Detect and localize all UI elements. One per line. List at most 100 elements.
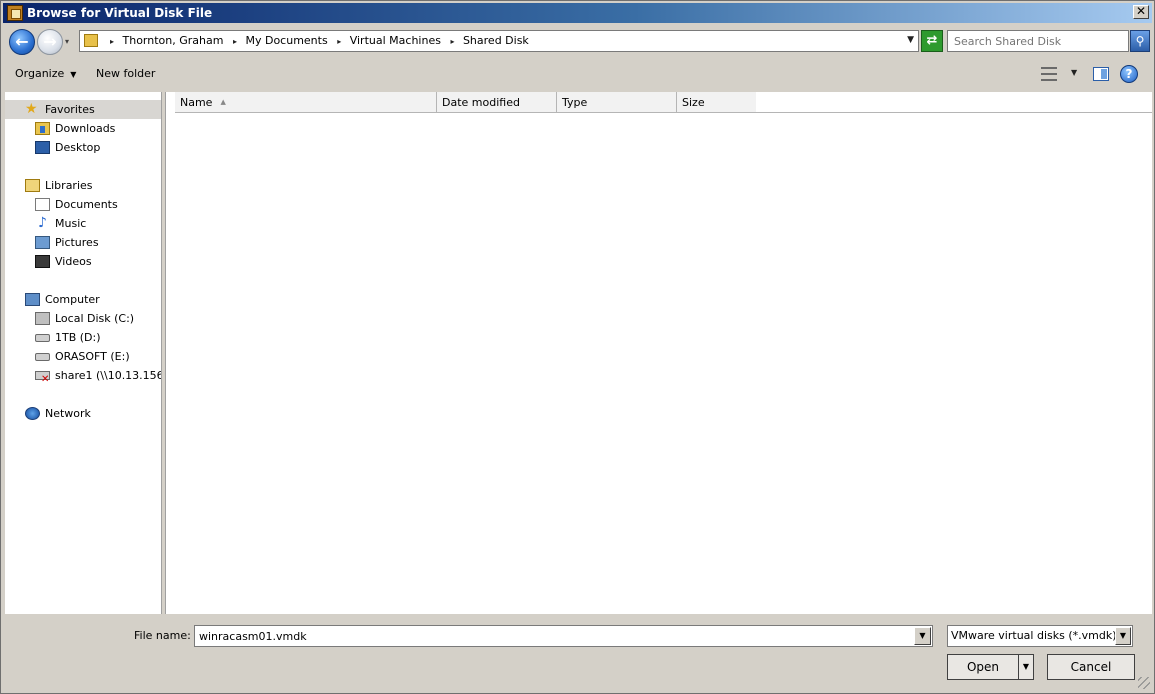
address-row: ← → ▾ ▸ Thornton, Graham ▸ My Documents … — [3, 25, 1152, 59]
window-title: Browse for Virtual Disk File — [27, 6, 213, 20]
help-button[interactable]: ? — [1120, 65, 1138, 83]
back-button[interactable]: ← — [9, 29, 35, 55]
breadcrumb-separator-icon[interactable]: ▸ — [337, 37, 341, 46]
column-header-label: Name — [180, 96, 213, 109]
chevron-down-icon: ▼ — [70, 70, 77, 79]
nav-item-label: Documents — [55, 198, 118, 211]
sort-ascending-icon: ▲ — [220, 98, 226, 106]
column-header-date-modified[interactable]: Date modified — [437, 92, 557, 113]
nav-item-label: Music — [55, 217, 87, 230]
breadcrumb-items: ▸ Thornton, Graham ▸ My Documents ▸ Virt… — [104, 34, 529, 47]
file-list[interactable]: Name ▲ Date modified Type Size — [165, 92, 1152, 614]
videos-icon — [35, 255, 50, 268]
nav-item-libraries[interactable]: Libraries — [5, 176, 161, 195]
new-folder-button[interactable]: New folder — [96, 67, 155, 80]
nav-item-downloads[interactable]: Downloads — [5, 119, 161, 138]
nav-item-label: Favorites — [45, 103, 95, 116]
nav-item-desktop[interactable]: Desktop — [5, 138, 161, 157]
column-header-filler — [756, 92, 1152, 113]
search-button[interactable]: ⚲ — [1130, 30, 1150, 52]
nav-item-drive-d[interactable]: 1TB (D:) — [5, 328, 161, 347]
star-icon: ★ — [25, 101, 38, 117]
search-input[interactable] — [950, 32, 1126, 50]
local-disk-icon — [35, 312, 50, 325]
breadcrumb-separator-icon[interactable]: ▸ — [110, 37, 114, 46]
nav-item-label: Desktop — [55, 141, 101, 154]
computer-icon — [25, 293, 40, 306]
title-bar[interactable]: Browse for Virtual Disk File ✕ — [3, 3, 1152, 23]
breadcrumb-item-shared-disk[interactable]: Shared Disk — [463, 34, 529, 47]
nav-item-share1[interactable]: share1 (\\10.13.156.2 — [5, 366, 161, 389]
resize-grip[interactable] — [1138, 677, 1150, 689]
views-dropdown[interactable]: ▼ — [1071, 68, 1077, 77]
nav-item-favorites[interactable]: ★ Favorites — [5, 100, 161, 119]
network-icon — [25, 407, 40, 420]
forward-arrow-icon: → — [43, 32, 57, 51]
back-arrow-icon: ← — [15, 32, 29, 51]
open-button[interactable]: Open — [947, 654, 1018, 680]
open-split-dropdown[interactable]: ▼ — [1018, 654, 1034, 680]
navigation-pane[interactable]: ★ Favorites Downloads Desktop Libraries … — [5, 92, 162, 614]
file-name-label: File name: — [134, 629, 191, 642]
nav-item-label: Computer — [45, 293, 100, 306]
nav-item-network[interactable]: Network — [5, 404, 161, 423]
cancel-button[interactable]: Cancel — [1047, 654, 1135, 680]
breadcrumb-item-virtual-machines[interactable]: Virtual Machines — [350, 34, 441, 47]
nav-item-pictures[interactable]: Pictures — [5, 233, 161, 252]
document-icon — [35, 198, 50, 211]
nav-item-computer[interactable]: Computer — [5, 290, 161, 309]
file-type-select[interactable]: VMware virtual disks (*.vmdk) ▼ — [947, 625, 1133, 647]
nav-item-label: Local Disk (C:) — [55, 312, 135, 325]
disconnected-network-drive-icon — [35, 370, 50, 389]
close-icon: ✕ — [1135, 4, 1147, 18]
recent-pages-dropdown[interactable]: ▾ — [65, 37, 75, 47]
nav-item-label: ORASOFT (E:) — [55, 350, 130, 363]
file-type-dropdown-button[interactable]: ▼ — [1115, 627, 1131, 645]
views-icon[interactable] — [1041, 67, 1057, 81]
drive-icon — [35, 353, 50, 361]
search-icon: ⚲ — [1135, 34, 1145, 48]
breadcrumb[interactable]: ▸ Thornton, Graham ▸ My Documents ▸ Virt… — [79, 30, 919, 52]
breadcrumb-separator-icon[interactable]: ▸ — [450, 37, 454, 46]
desktop-icon — [35, 141, 50, 154]
column-header-size[interactable]: Size — [677, 92, 757, 113]
nav-item-music[interactable]: ♪ Music — [5, 214, 161, 233]
breadcrumb-item-my-documents[interactable]: My Documents — [245, 34, 327, 47]
app-icon — [7, 5, 23, 21]
refresh-icon: ⇄ — [926, 33, 938, 48]
libraries-icon — [25, 179, 40, 192]
file-name-combobox[interactable]: ▼ — [194, 625, 933, 647]
column-header-name[interactable]: Name ▲ — [175, 92, 437, 113]
breadcrumb-item-user[interactable]: Thornton, Graham — [123, 34, 224, 47]
search-box[interactable] — [947, 30, 1129, 52]
nav-item-documents[interactable]: Documents — [5, 195, 161, 214]
nav-item-label: 1TB (D:) — [55, 331, 101, 344]
nav-item-videos[interactable]: Videos — [5, 252, 161, 271]
help-icon: ? — [1125, 67, 1133, 81]
nav-item-label: Libraries — [45, 179, 93, 192]
folder-icon — [84, 34, 98, 47]
command-toolbar: Organize ▼ New folder ▼ ? — [3, 61, 1152, 89]
nav-item-label: Downloads — [55, 122, 116, 135]
nav-item-local-disk-c[interactable]: Local Disk (C:) — [5, 309, 161, 328]
close-button[interactable]: ✕ — [1133, 5, 1149, 19]
nav-item-label: Network — [45, 407, 91, 420]
breadcrumb-separator-icon[interactable]: ▸ — [233, 37, 237, 46]
column-header-type[interactable]: Type — [557, 92, 677, 113]
address-history-dropdown[interactable]: ▼ — [907, 35, 914, 45]
pictures-icon — [35, 236, 50, 249]
forward-button[interactable]: → — [37, 29, 63, 55]
drive-icon — [35, 334, 50, 342]
nav-item-drive-e[interactable]: ORASOFT (E:) — [5, 347, 161, 366]
nav-item-label: Pictures — [55, 236, 99, 249]
nav-item-label: Videos — [55, 255, 92, 268]
file-name-input[interactable] — [196, 627, 912, 645]
downloads-icon — [35, 122, 50, 135]
file-name-dropdown-button[interactable]: ▼ — [914, 627, 931, 645]
refresh-button[interactable]: ⇄ — [921, 30, 943, 52]
file-name-area: File name: ▼ VMware virtual disks (*.vmd… — [3, 616, 1152, 691]
organize-button[interactable]: Organize ▼ — [15, 67, 76, 80]
organize-label: Organize — [15, 67, 65, 80]
music-icon: ♪ — [38, 215, 47, 231]
preview-pane-icon[interactable] — [1093, 67, 1109, 81]
